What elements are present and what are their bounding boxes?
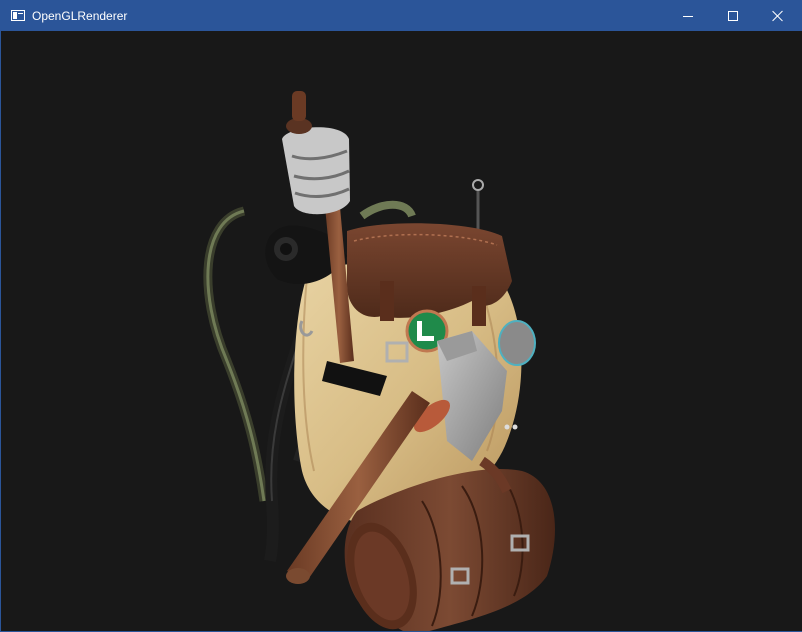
side-disc [498,320,536,366]
backpack-model [203,91,555,631]
shoulder-strap-right [359,200,416,220]
minimize-icon [683,15,693,17]
flap-strap-left [380,281,394,321]
maximize-button[interactable] [710,1,756,31]
maximize-icon [728,11,738,21]
antenna-ring [472,179,484,191]
title-bar[interactable]: OpenGLRenderer [1,1,801,31]
window-title: OpenGLRenderer [32,9,128,23]
torch-cap-top [292,91,306,121]
rivet-1 [504,424,510,430]
render-viewport[interactable] [2,31,802,631]
flap-strap-right [472,286,486,326]
hatchet-handle-end [286,568,310,584]
close-icon [772,10,784,22]
close-button[interactable] [755,1,801,31]
rolled-mat-core [280,243,292,255]
app-window: OpenGLRenderer [0,0,802,632]
minimize-button[interactable] [665,1,711,31]
torch-head [282,127,350,215]
window-icon [11,10,25,21]
shoulder-strap-left-edge [206,209,266,502]
rivet-2 [512,424,518,430]
